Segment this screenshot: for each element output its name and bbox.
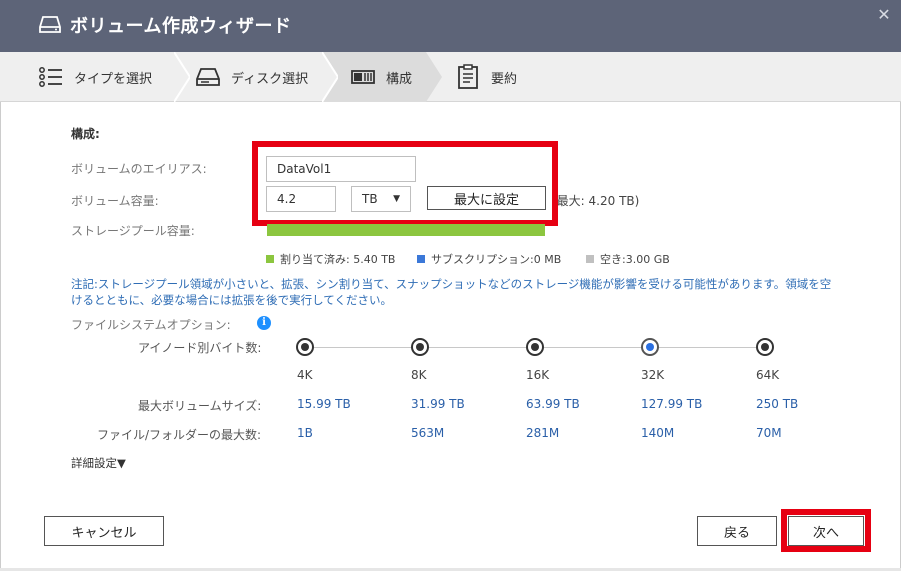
max-files-value: 70M [756,426,782,440]
legend-allocated: 割り当て済み: 5.40 TB [266,251,395,267]
legend-free: 空き:3.00 GB [586,251,670,267]
back-button[interactable]: 戻る [697,516,777,546]
max-volume-label: 最大ボリュームサイズ: [138,399,262,413]
legend-text: 空き:3.00 GB [600,253,670,266]
legend-text: サブスクリプション:0 MB [431,253,562,266]
legend-swatch [417,255,425,263]
fs-options-label: ファイルシステムオプション: [71,318,231,332]
legend-text: 割り当て済み: 5.40 TB [280,253,396,266]
alias-label: ボリュームのエイリアス: [71,162,207,176]
capacity-label: ボリューム容量: [71,194,159,208]
max-files-value: 563M [411,426,445,440]
advanced-settings-toggle[interactable]: 詳細設定▼ [71,455,126,471]
max-files-value: 281M [526,426,560,440]
max-volume-value: 15.99 TB [297,397,351,411]
next-button[interactable]: 次へ [788,516,864,546]
wizard-steps: タイプを選択 ディスク選択 構成 要約 [0,52,901,102]
max-volume-value: 31.99 TB [411,397,465,411]
inode-size-label: 8K [411,368,427,382]
set-max-button[interactable]: 最大に設定 [427,186,546,210]
legend-subscription: サブスクリプション:0 MB [417,251,561,267]
step-label: 要約 [491,71,518,87]
step-label: タイプを選択 [74,71,153,87]
alias-input[interactable]: DataVol1 [266,156,416,182]
step-label: 構成 [386,71,413,87]
inode-label: アイノード別バイト数: [138,341,262,355]
step-separator [322,52,338,102]
max-files-value: 1B [297,426,313,440]
step-configure[interactable]: 構成 [350,52,412,102]
step-label: ディスク選択 [231,71,309,87]
info-icon[interactable]: i [257,316,271,330]
inode-radio-16k[interactable] [526,338,544,356]
max-files-value: 140M [641,426,675,440]
step-summary[interactable]: 要約 [455,52,517,102]
pool-allocated-fill [267,224,545,236]
legend-swatch [266,255,274,263]
title-bar: ボリューム作成ウィザード ✕ [0,0,901,52]
note-text: 注記:ストレージプール領域が小さいと、拡張、シン割り当て、スナップショットなどの… [71,277,832,307]
inode-radio-32k[interactable] [641,338,659,356]
window-border-left [0,102,1,568]
clipboard-icon [458,64,478,89]
pool-label: ストレージプール容量: [71,224,195,238]
inode-size-label: 16K [526,368,550,382]
max-files-label: ファイル/フォルダーの最大数: [97,428,262,442]
cancel-button[interactable]: キャンセル [44,516,164,546]
close-button[interactable]: ✕ [875,6,893,24]
legend-swatch [586,255,594,263]
max-volume-value: 127.99 TB [641,397,703,411]
highlight-box [252,141,558,226]
chevron-down-icon: ▼ [393,194,400,204]
max-volume-value: 63.99 TB [526,397,580,411]
list-icon [39,67,62,87]
pool-capacity-bar [267,224,545,236]
inode-radio-64k[interactable] [756,338,774,356]
section-title: 構成: [71,127,100,141]
step-select-disk[interactable]: ディスク選択 [195,52,308,102]
hard-drive-icon [39,16,61,33]
unit-select[interactable]: TB ▼ [351,186,411,212]
inode-radio-8k[interactable] [411,338,429,356]
inode-size-label: 32K [641,368,665,382]
step-select-type[interactable]: タイプを選択 [38,52,152,102]
capacity-input[interactable]: 4.2 [266,186,336,212]
unit-select-value: TB [362,192,378,206]
step-separator [174,52,190,102]
window-title: ボリューム作成ウィザード [70,16,292,37]
max-capacity-text: (最大: 4.20 TB) [552,194,640,208]
disk-icon [196,68,220,86]
max-volume-value: 250 TB [756,397,799,411]
inode-size-label: 64K [756,368,780,382]
inode-size-label: 4K [297,368,313,382]
configure-icon [351,70,375,84]
inode-radio-4k[interactable] [296,338,314,356]
